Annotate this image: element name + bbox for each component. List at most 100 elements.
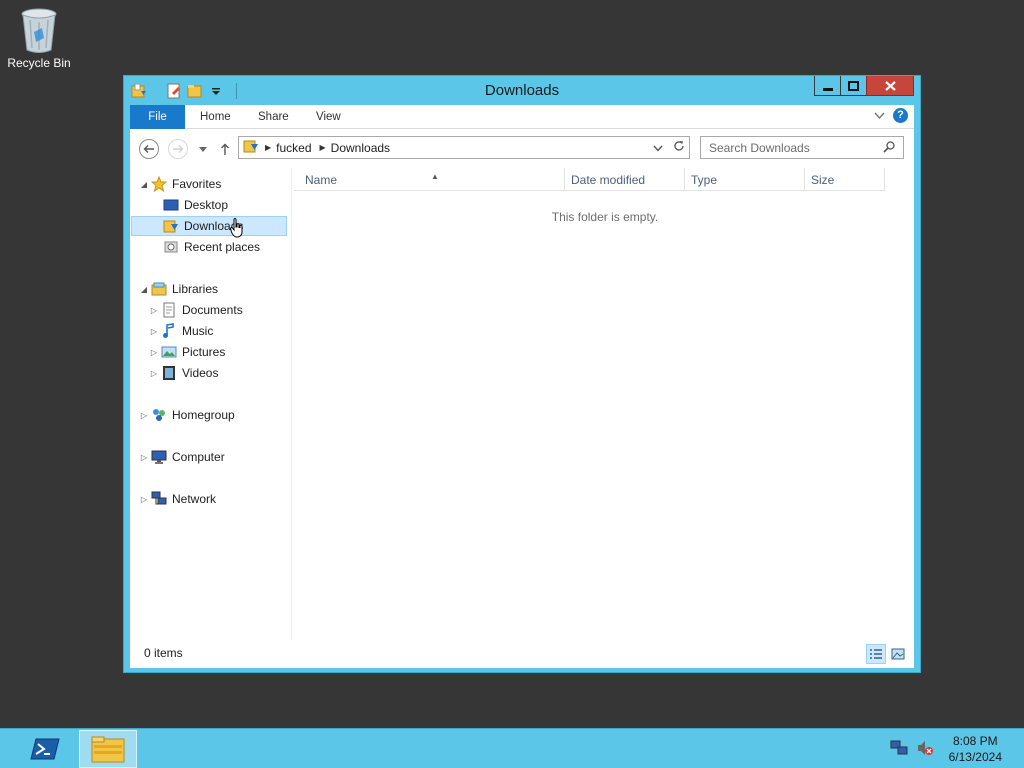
sort-ascending-icon: ▲ bbox=[431, 172, 439, 181]
large-icons-view-icon bbox=[891, 648, 905, 660]
collapse-arrow-icon[interactable]: ◢ bbox=[140, 180, 148, 189]
collapse-arrow-icon[interactable]: ◢ bbox=[140, 285, 148, 294]
column-header-date-modified[interactable]: Date modified bbox=[565, 168, 685, 191]
downloads-folder-icon bbox=[163, 218, 179, 234]
nav-label: Desktop bbox=[184, 198, 229, 212]
up-button[interactable] bbox=[214, 138, 236, 160]
navigation-pane: ◢ Favorites Desktop Downloads Recent pla… bbox=[130, 168, 292, 640]
documents-icon bbox=[161, 302, 177, 318]
nav-item-music[interactable]: ▷ Music bbox=[150, 321, 213, 341]
address-history-dropdown-icon[interactable] bbox=[653, 141, 663, 155]
nav-item-libraries[interactable]: ◢ Libraries bbox=[140, 279, 218, 299]
expand-arrow-icon[interactable]: ▷ bbox=[150, 369, 158, 378]
maximize-button[interactable] bbox=[840, 76, 867, 96]
details-view-button[interactable] bbox=[866, 644, 886, 664]
forward-arrow-icon bbox=[173, 145, 184, 153]
expand-arrow-icon[interactable]: ▷ bbox=[150, 306, 158, 315]
system-tray bbox=[890, 739, 934, 760]
homegroup-icon bbox=[151, 407, 167, 423]
taskbar: 8:08 PM 6/13/2024 bbox=[0, 728, 1024, 768]
item-count: 0 items bbox=[144, 646, 183, 660]
powershell-taskbar-button[interactable] bbox=[28, 735, 62, 763]
tab-share[interactable]: Share bbox=[250, 105, 297, 129]
breadcrumb-user[interactable]: fucked bbox=[276, 141, 311, 155]
nav-label: Music bbox=[182, 324, 214, 338]
breadcrumb-arrow-icon[interactable]: ▶ bbox=[320, 143, 326, 152]
details-view-icon bbox=[870, 649, 882, 659]
tab-file[interactable]: File bbox=[130, 105, 185, 129]
file-explorer-taskbar-button[interactable] bbox=[79, 730, 137, 768]
nav-item-desktop[interactable]: Desktop bbox=[152, 195, 228, 215]
expand-arrow-icon[interactable]: ▷ bbox=[150, 348, 158, 357]
nav-item-homegroup[interactable]: ▷ Homegroup bbox=[140, 405, 235, 425]
powershell-icon bbox=[30, 738, 60, 760]
recycle-bin-desktop-icon[interactable]: Recycle Bin bbox=[2, 6, 76, 70]
ribbon-tabs: File Home Share View ? bbox=[130, 105, 914, 129]
tab-view[interactable]: View bbox=[308, 105, 349, 129]
nav-item-favorites[interactable]: ◢ Favorites bbox=[140, 174, 221, 194]
expand-arrow-icon[interactable]: ▷ bbox=[150, 327, 158, 336]
search-icon[interactable] bbox=[883, 141, 895, 156]
window-title: Downloads bbox=[484, 82, 560, 99]
search-input[interactable]: Search Downloads bbox=[700, 136, 904, 159]
title-bar[interactable]: Downloads bbox=[124, 76, 920, 105]
nav-label: Documents bbox=[182, 303, 243, 317]
nav-item-downloads[interactable]: Downloads bbox=[131, 216, 287, 236]
window-controls bbox=[814, 76, 914, 96]
pictures-icon bbox=[161, 344, 177, 360]
search-placeholder: Search Downloads bbox=[709, 140, 810, 155]
column-label: Date modified bbox=[571, 173, 646, 187]
desktop-icon bbox=[163, 197, 179, 213]
tab-home[interactable]: Home bbox=[192, 105, 239, 129]
nav-item-computer[interactable]: ▷ Computer bbox=[140, 447, 225, 467]
volume-muted-icon[interactable] bbox=[916, 739, 934, 760]
computer-icon bbox=[151, 449, 167, 465]
nav-item-pictures[interactable]: ▷ Pictures bbox=[150, 342, 225, 362]
content-area: ◢ Favorites Desktop Downloads Recent pla… bbox=[130, 168, 914, 640]
up-arrow-icon bbox=[221, 143, 229, 155]
column-label: Name bbox=[305, 173, 338, 187]
hand-cursor-icon bbox=[229, 218, 244, 241]
network-icon bbox=[151, 491, 167, 507]
recent-locations-button[interactable] bbox=[192, 138, 214, 160]
nav-item-documents[interactable]: ▷ Documents bbox=[150, 300, 243, 320]
breadcrumb-downloads[interactable]: Downloads bbox=[331, 141, 390, 155]
column-label: Type bbox=[691, 173, 718, 187]
nav-label: Videos bbox=[182, 366, 219, 380]
nav-label: Computer bbox=[172, 450, 225, 464]
forward-button[interactable] bbox=[168, 139, 188, 159]
nav-item-network[interactable]: ▷ Network bbox=[140, 489, 216, 509]
chevron-down-icon bbox=[199, 146, 207, 152]
back-arrow-icon bbox=[143, 145, 154, 153]
column-header-type[interactable]: Type bbox=[685, 168, 805, 191]
clock-time: 8:08 PM bbox=[952, 734, 998, 748]
address-bar[interactable]: ▶ fucked ▶ Downloads bbox=[238, 136, 690, 159]
libraries-icon bbox=[151, 281, 167, 297]
help-icon[interactable]: ? bbox=[893, 108, 908, 123]
system-clock[interactable]: 8:08 PM 6/13/2024 bbox=[949, 733, 1002, 765]
column-header-name[interactable]: ▲ Name bbox=[294, 168, 565, 191]
maximize-icon bbox=[848, 80, 859, 91]
close-button[interactable] bbox=[866, 76, 914, 96]
expand-arrow-icon[interactable]: ▷ bbox=[140, 453, 148, 462]
expand-ribbon-icon[interactable] bbox=[874, 109, 885, 123]
explorer-window: Downloads File Home Share View ? ▶ fucke… bbox=[123, 75, 921, 673]
close-icon bbox=[884, 80, 896, 91]
refresh-icon[interactable] bbox=[673, 140, 685, 155]
breadcrumb-arrow-icon[interactable]: ▶ bbox=[265, 143, 271, 152]
expand-arrow-icon[interactable]: ▷ bbox=[140, 411, 148, 420]
nav-label: Network bbox=[172, 492, 217, 506]
file-explorer-icon bbox=[91, 736, 125, 763]
nav-item-videos[interactable]: ▷ Videos bbox=[150, 363, 218, 383]
nav-label: Pictures bbox=[182, 345, 226, 359]
column-header-size[interactable]: Size bbox=[805, 168, 885, 191]
clock-date: 6/13/2024 bbox=[948, 750, 1002, 764]
minimize-button[interactable] bbox=[814, 76, 841, 96]
network-tray-icon[interactable] bbox=[890, 739, 908, 760]
nav-label: Recent places bbox=[184, 240, 261, 254]
nav-label: Libraries bbox=[172, 282, 219, 296]
expand-arrow-icon[interactable]: ▷ bbox=[140, 495, 148, 504]
nav-label: Favorites bbox=[172, 177, 222, 191]
large-icons-view-button[interactable] bbox=[888, 644, 908, 664]
back-button[interactable] bbox=[139, 139, 159, 159]
